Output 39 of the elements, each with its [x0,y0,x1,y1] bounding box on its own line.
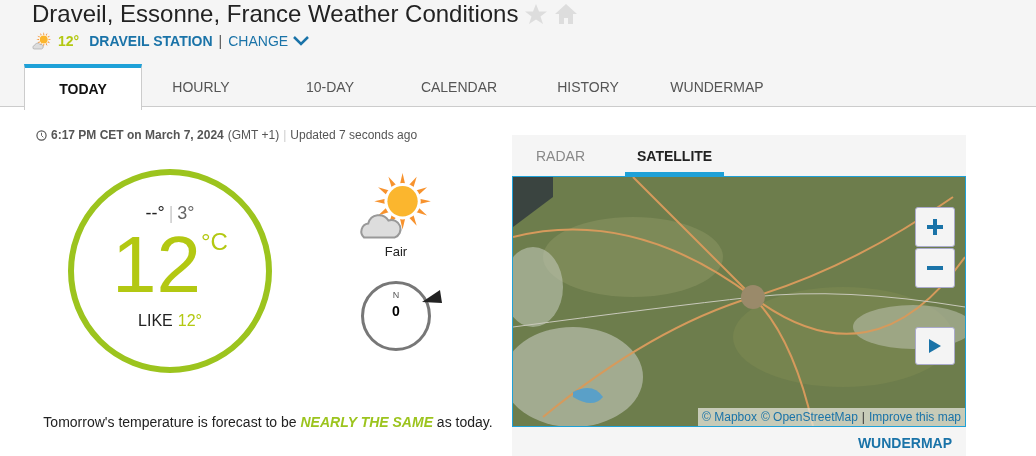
zoom-out-button[interactable] [915,248,955,288]
feels-like-label: LIKE [138,312,173,330]
observation-time: 6:17 PM CET on March 7, 2024 [51,128,224,142]
minus-icon [926,265,944,271]
forecast-sentence: Tomorrow's temperature is forecast to be NEARLY THE SAME as today. [42,413,494,432]
wundermap-link[interactable]: WUNDERMAP [857,435,952,451]
nav-tab[interactable]: CALENDAR [400,64,518,109]
nav-tab[interactable]: 10-DAY [271,64,389,109]
separator: | [861,410,865,424]
change-link[interactable]: CHANGE [228,33,311,49]
time-zone: (GMT +1) [227,128,280,142]
updated-text: Updated 7 seconds ago [290,128,418,142]
feels-like-value: 12° [177,312,202,330]
wind-speed: 0 [392,302,400,319]
clock-icon [36,129,47,141]
low-temperature: 3° [177,203,195,224]
nav-tab[interactable]: HISTORY [529,64,647,109]
page-title: Draveil, Essonne, France Weather Conditions [32,0,519,28]
wind-direction: N [392,289,400,300]
plus-icon [926,218,944,236]
weather-icon [32,31,52,51]
zoom-in-button[interactable] [915,207,955,247]
station-link[interactable]: DRAVEIL STATION [89,33,213,49]
chevron-icon [292,35,311,47]
high-temperature: --° [145,203,165,224]
separator: | [168,203,174,224]
separator: | [283,128,287,142]
current-temperature: 12 [112,224,201,306]
wind-arrow-icon [422,289,442,304]
condition-text: Fair [384,243,408,259]
play-button[interactable] [915,327,955,365]
temperature-unit: °C [201,228,228,256]
nav-tab[interactable]: WUNDERMAP [658,64,776,109]
separator: | [218,33,223,49]
station-temperature: 12° [58,33,80,49]
play-icon [928,338,942,354]
nav-tab[interactable]: TODAY [24,64,142,110]
nav-tab[interactable]: HOURLY [142,64,260,109]
star-icon[interactable] [524,3,549,25]
